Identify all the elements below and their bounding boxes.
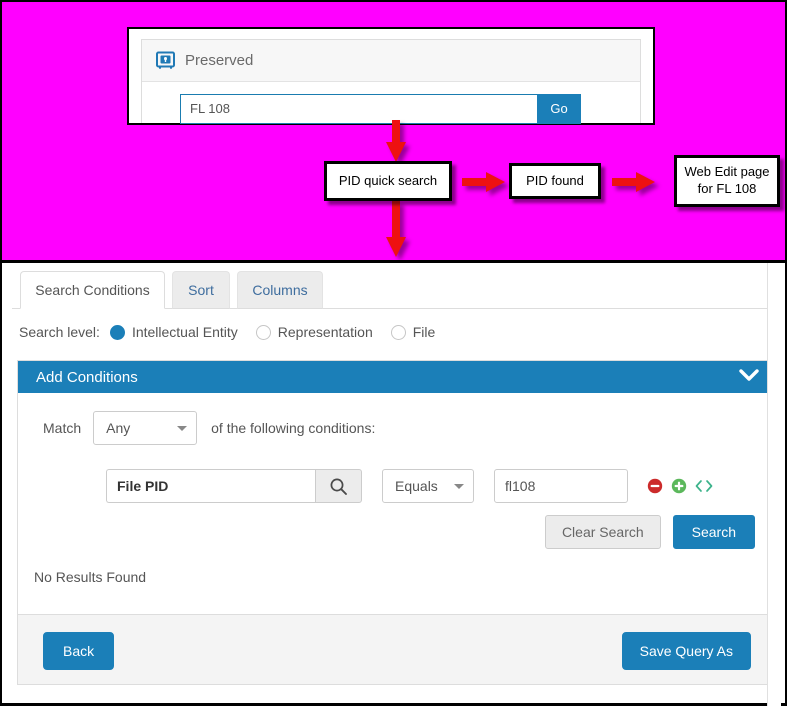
radio-intellectual-entity-dot bbox=[109, 324, 125, 340]
tab-search-conditions-label: Search Conditions bbox=[35, 282, 150, 298]
add-conditions-body: Match Any of the following conditions: F… bbox=[18, 393, 773, 617]
footer-bar: Back Save Query As bbox=[17, 614, 774, 685]
plus-circle-icon[interactable] bbox=[671, 478, 687, 494]
annotation-pid-found: PID found bbox=[509, 163, 601, 199]
save-query-as-button[interactable]: Save Query As bbox=[621, 632, 751, 670]
back-button[interactable]: Back bbox=[43, 632, 115, 670]
match-label: Match bbox=[43, 420, 82, 436]
radio-intellectual-entity[interactable]: Intellectual Entity bbox=[109, 324, 238, 340]
preserved-title: Preserved bbox=[185, 52, 254, 69]
condition-field-search-button[interactable] bbox=[315, 469, 362, 503]
search-buttons-row: Clear Search Search bbox=[544, 515, 755, 549]
frame-border-left bbox=[0, 0, 2, 262]
add-conditions-title: Add Conditions bbox=[36, 368, 138, 386]
tab-sort-label: Sort bbox=[188, 282, 214, 298]
tab-search-conditions[interactable]: Search Conditions bbox=[20, 271, 165, 309]
arrow-down-to-search-form bbox=[384, 201, 408, 264]
annotation-web-edit-page: Web Edit page for FL 108 bbox=[674, 155, 780, 207]
code-brackets-icon[interactable] bbox=[695, 479, 713, 493]
condition-field-group bbox=[106, 469, 362, 503]
condition-value-input[interactable] bbox=[494, 469, 628, 503]
chevron-down-icon bbox=[177, 426, 188, 431]
chevron-down-icon[interactable] bbox=[739, 369, 759, 385]
highlight-overlay-region: Preserved Go bbox=[2, 2, 785, 260]
preserved-panel-inner: Preserved Go bbox=[141, 39, 641, 124]
radio-intellectual-entity-label: Intellectual Entity bbox=[131, 324, 238, 340]
quick-search-go-button[interactable]: Go bbox=[537, 93, 581, 124]
match-suffix-label: of the following conditions: bbox=[211, 420, 376, 436]
tab-strip: Search Conditions Sort Columns bbox=[12, 268, 772, 309]
add-conditions-panel: Add Conditions Match Any of the followin… bbox=[17, 360, 774, 618]
match-row: Match Any of the following conditions: bbox=[18, 411, 773, 445]
tab-columns[interactable]: Columns bbox=[237, 271, 323, 309]
condition-field-input[interactable] bbox=[106, 469, 315, 503]
add-conditions-header[interactable]: Add Conditions bbox=[18, 361, 773, 393]
radio-representation[interactable]: Representation bbox=[255, 324, 373, 340]
preserved-quick-search-panel: Preserved Go bbox=[127, 27, 655, 125]
tab-columns-label: Columns bbox=[252, 282, 308, 298]
screenshot-root: Preserved Go bbox=[0, 0, 787, 706]
arrow-right-to-web-edit bbox=[612, 170, 657, 199]
match-type-select[interactable]: Any bbox=[93, 411, 198, 445]
radio-representation-label: Representation bbox=[277, 324, 373, 340]
safe-vault-icon bbox=[156, 51, 175, 70]
search-application-panel: Search Conditions Sort Columns Search le… bbox=[0, 263, 787, 706]
annotation-pid-quick-search: PID quick search bbox=[324, 161, 452, 201]
search-level-row: Search level: Intellectual Entity Repres… bbox=[19, 320, 453, 344]
no-results-message: No Results Found bbox=[34, 569, 147, 585]
condition-operator-value: Equals bbox=[395, 478, 438, 494]
preserved-panel-header: Preserved bbox=[142, 40, 640, 82]
frame-border-top bbox=[0, 0, 787, 2]
radio-representation-dot bbox=[255, 324, 271, 340]
condition-actions bbox=[647, 478, 721, 494]
tab-sort[interactable]: Sort bbox=[172, 271, 230, 309]
arrow-right-to-pid-found bbox=[462, 170, 507, 199]
quick-search-input[interactable] bbox=[180, 93, 537, 124]
search-button[interactable]: Search bbox=[672, 515, 755, 549]
condition-row: Equals bbox=[18, 469, 773, 503]
minus-circle-icon[interactable] bbox=[647, 478, 663, 494]
match-type-value: Any bbox=[106, 420, 131, 436]
radio-file[interactable]: File bbox=[390, 324, 436, 340]
radio-file-label: File bbox=[412, 324, 436, 340]
chevron-down-icon bbox=[454, 484, 464, 489]
search-application-content: Search Conditions Sort Columns Search le… bbox=[4, 263, 783, 706]
radio-file-dot bbox=[390, 324, 406, 340]
vertical-scrollbar[interactable] bbox=[767, 263, 781, 706]
clear-search-button[interactable]: Clear Search bbox=[544, 515, 661, 549]
search-level-label: Search level: bbox=[19, 324, 100, 340]
quick-search-group: Go bbox=[180, 93, 581, 124]
condition-operator-select[interactable]: Equals bbox=[382, 469, 474, 503]
